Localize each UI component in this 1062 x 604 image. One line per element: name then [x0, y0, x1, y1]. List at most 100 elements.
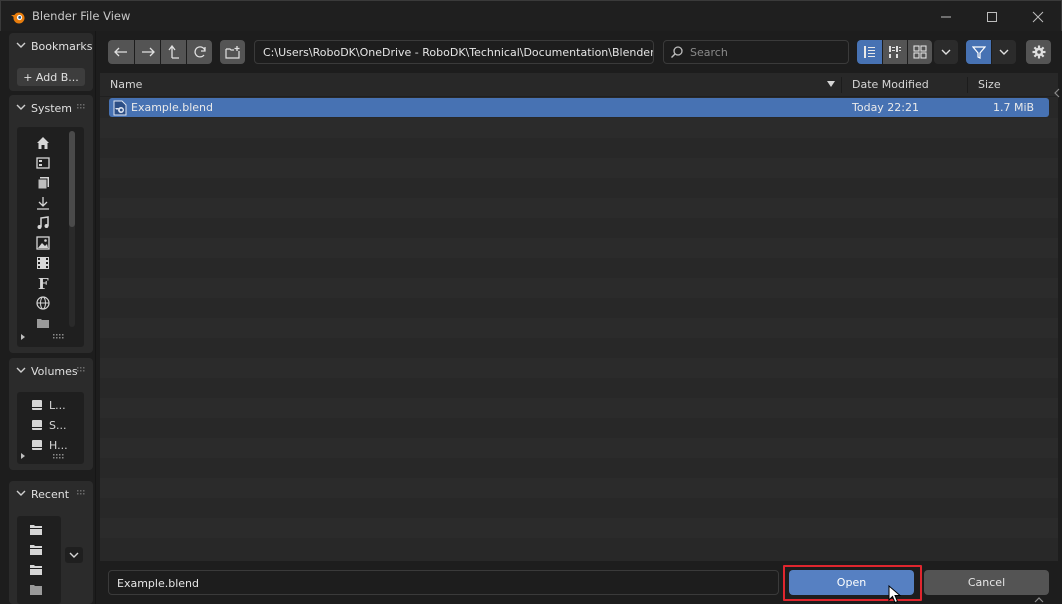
collapse-side-panel-icon[interactable] — [1053, 88, 1061, 98]
filter-toggle-button[interactable] — [966, 40, 991, 64]
refresh-button[interactable] — [187, 40, 212, 64]
chevron-down-icon — [941, 49, 951, 55]
filter-icon — [971, 46, 986, 59]
system-header[interactable]: System — [9, 95, 93, 121]
sidebar: Bookmarks + Add B... System F Volumes L.… — [1, 31, 96, 604]
svg-text:F: F — [38, 275, 49, 291]
volume-item[interactable]: H... — [31, 437, 68, 453]
grip-icon — [77, 490, 85, 495]
parent-directory-button[interactable] — [161, 40, 186, 64]
recent-dropdown-button[interactable] — [65, 547, 83, 563]
recent-list — [17, 516, 61, 604]
file-date: Today 22:21 — [852, 101, 920, 114]
blender-logo-icon — [11, 12, 25, 24]
expand-arrow-icon[interactable] — [19, 452, 27, 460]
grip-icon — [77, 104, 85, 109]
bookmarks-panel: Bookmarks + Add B... — [9, 33, 93, 91]
chevron-up-icon[interactable] — [1034, 596, 1044, 603]
column-date-modified[interactable]: Date Modified — [852, 78, 929, 91]
volume-item[interactable]: L... — [31, 397, 66, 413]
display-thumbnails-button[interactable] — [908, 40, 932, 64]
system-title: System — [31, 101, 73, 115]
close-icon — [1032, 11, 1044, 22]
volumes-title: Volumes — [31, 364, 78, 378]
column-size[interactable]: Size — [978, 78, 1001, 91]
folder-icon[interactable] — [35, 315, 51, 331]
arrow-right-icon — [141, 47, 155, 57]
minimize-button[interactable] — [923, 1, 969, 32]
forward-button[interactable] — [135, 40, 160, 64]
close-button[interactable] — [1015, 1, 1061, 32]
network-icon[interactable] — [35, 295, 51, 311]
downloads-icon[interactable] — [35, 195, 51, 211]
new-folder-icon — [224, 46, 240, 59]
display-list-vertical-button[interactable] — [857, 40, 882, 64]
bottom-bar: Example.blend Open Cancel — [98, 561, 1062, 604]
maximize-button[interactable] — [969, 1, 1015, 32]
blend-file-icon — [113, 100, 127, 116]
bookmarks-title: Bookmarks — [31, 39, 93, 53]
home-icon[interactable] — [35, 135, 51, 151]
system-scrollbar[interactable] — [69, 131, 75, 327]
volume-label: S... — [49, 418, 67, 432]
chevron-down-icon — [16, 490, 26, 496]
minimize-icon — [941, 16, 951, 17]
folder-icon[interactable] — [28, 522, 44, 538]
list-vertical-icon — [863, 46, 875, 58]
drive-icon — [32, 420, 42, 430]
column-name[interactable]: Name — [110, 78, 142, 91]
filename-input[interactable]: Example.blend — [108, 570, 779, 595]
folder-icon[interactable] — [28, 562, 44, 578]
system-panel: System F — [9, 95, 93, 353]
recent-title: Recent — [31, 487, 70, 501]
recent-panel: Recent — [9, 481, 93, 604]
folder-icon[interactable] — [28, 542, 44, 558]
file-row-selected[interactable]: Example.blend Today 22:21 1.7 MiB — [109, 98, 1049, 117]
scrollbar-thumb[interactable] — [69, 131, 75, 227]
cancel-button[interactable]: Cancel — [924, 570, 1049, 595]
desktop-icon[interactable] — [35, 155, 51, 171]
music-icon[interactable] — [35, 215, 51, 231]
add-bookmark-button[interactable]: + Add B... — [17, 68, 85, 86]
chevron-down-icon — [16, 42, 26, 48]
gear-icon — [1032, 45, 1045, 59]
back-button[interactable] — [108, 40, 134, 64]
chevron-down-icon — [16, 367, 26, 373]
chevron-down-icon — [16, 104, 26, 110]
documents-icon[interactable] — [35, 175, 51, 191]
title-bar: Blender File View — [0, 0, 1062, 31]
chevron-down-icon — [999, 49, 1009, 55]
search-input[interactable]: Search — [663, 40, 849, 64]
volume-label: L... — [49, 398, 66, 412]
fonts-icon[interactable]: F — [35, 275, 51, 291]
file-size: 1.7 MiB — [993, 101, 1035, 114]
refresh-icon — [193, 46, 206, 58]
expand-arrow-icon[interactable] — [19, 333, 27, 341]
display-list-horizontal-button[interactable] — [883, 40, 907, 64]
new-folder-button[interactable] — [220, 40, 245, 64]
volumes-panel: Volumes L... S... H... — [9, 358, 93, 470]
drive-icon — [32, 440, 42, 450]
volumes-list: L... S... H... — [17, 392, 84, 464]
list-horizontal-icon — [889, 46, 901, 58]
toolbar: C:\Users\RoboDK\OneDrive - RoboDK\Techni… — [98, 31, 1062, 73]
settings-button[interactable] — [1026, 40, 1051, 64]
grip-icon — [77, 367, 85, 372]
window-title: Blender File View — [32, 9, 131, 23]
volume-item[interactable]: S... — [31, 417, 66, 433]
directory-path-input[interactable]: C:\Users\RoboDK\OneDrive - RoboDK\Techni… — [254, 40, 654, 64]
recent-header[interactable]: Recent — [9, 481, 93, 507]
display-settings-dropdown[interactable] — [934, 40, 958, 64]
arrow-up-icon — [167, 45, 179, 59]
sort-descending-icon[interactable] — [827, 81, 835, 88]
bookmarks-header[interactable]: Bookmarks — [9, 33, 93, 59]
folder-icon[interactable] — [28, 582, 44, 598]
system-list: F — [17, 127, 84, 347]
volumes-header[interactable]: Volumes — [9, 358, 93, 384]
videos-icon[interactable] — [35, 255, 51, 271]
resize-handle-icon[interactable] — [53, 453, 65, 459]
maximize-icon — [987, 11, 997, 22]
pictures-icon[interactable] — [35, 235, 51, 251]
filter-settings-dropdown[interactable] — [992, 40, 1016, 64]
resize-handle-icon[interactable] — [53, 333, 65, 339]
